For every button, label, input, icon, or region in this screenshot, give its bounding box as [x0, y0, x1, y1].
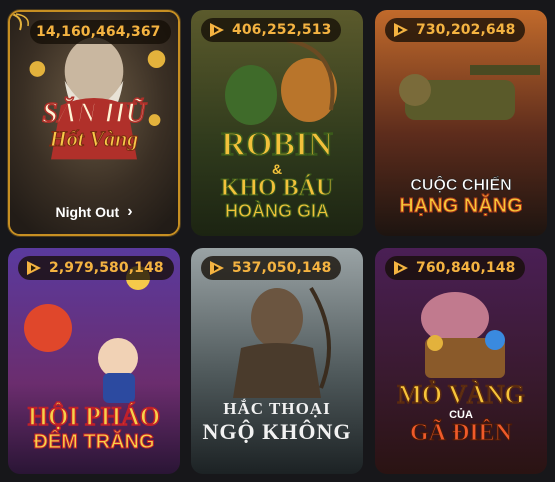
jackpot-value: 537,050,148 [232, 260, 332, 276]
game-title-line2: NGỘ KHÔNG [202, 419, 352, 444]
game-title: HẮC THOẠI NGỘ KHÔNG [191, 400, 363, 443]
jackpot-coin-icon [391, 258, 411, 278]
night-out-link[interactable]: Night Out › [10, 203, 178, 221]
game-card-san-hu-hot-vang[interactable]: 14,160,464,367 SĂN HŨ Hốt Vàng Night Out… [8, 10, 180, 236]
game-title-line1: ROBIN [221, 126, 334, 163]
game-title-line2: GÃ ĐIÊN [409, 420, 512, 446]
game-title: CUỘC CHIẾN HẠNG NẶNG [375, 177, 547, 217]
jackpot-value: 760,840,148 [416, 260, 516, 276]
star-corner-icon [11, 13, 29, 31]
jackpot-coin-icon [207, 258, 227, 278]
game-title-line2: ĐÊM TRĂNG [33, 431, 155, 453]
game-card-hoi-phao-dem-trang[interactable]: 2,979,580,148 HỘI PHÁO ĐÊM TRĂNG [8, 248, 180, 474]
jackpot-badge: 537,050,148 [201, 256, 342, 280]
jackpot-value: 730,202,648 [416, 22, 516, 38]
chevron-right-icon: › [127, 203, 133, 220]
game-title-line1: HẮC THOẠI [223, 399, 331, 418]
game-title-line1: MỎ VÀNG [397, 380, 526, 409]
game-title-line1: CUỘC CHIẾN [410, 177, 512, 194]
jackpot-badge: 730,202,648 [385, 18, 526, 42]
jackpot-coin-icon [24, 258, 44, 278]
jackpot-coin-icon [207, 20, 227, 40]
game-card-robin-kho-bau[interactable]: 406,252,513 ROBIN & KHO BÁU HOÀNG GIA [191, 10, 363, 236]
game-grid: 14,160,464,367 SĂN HŨ Hốt Vàng Night Out… [0, 0, 555, 482]
jackpot-value: 2,979,580,148 [49, 260, 164, 276]
game-title-amp: & [271, 161, 283, 177]
game-card-cuoc-chien-hang-nang[interactable]: 730,202,648 CUỘC CHIẾN HẠNG NẶNG [375, 10, 547, 236]
game-title-line1: SĂN HŨ [42, 98, 147, 129]
jackpot-badge: 2,979,580,148 [18, 256, 174, 280]
game-title: HỘI PHÁO ĐÊM TRĂNG [8, 402, 180, 453]
jackpot-value: 14,160,464,367 [36, 24, 161, 40]
jackpot-value: 406,252,513 [232, 22, 332, 38]
game-title-line3: HOÀNG GIA [224, 201, 329, 221]
jackpot-badge: 760,840,148 [385, 256, 526, 280]
game-card-mo-vang-cua-ga-dien[interactable]: 760,840,148 MỎ VÀNG CỦA GÃ ĐIÊN [375, 248, 547, 474]
jackpot-coin-icon [391, 20, 411, 40]
night-out-label: Night Out [55, 204, 120, 220]
game-title-line2: HẠNG NẶNG [399, 195, 523, 217]
game-title-line2: KHO BÁU [220, 175, 334, 201]
game-card-hac-thoai-ngo-khong[interactable]: 537,050,148 HẮC THOẠI NGỘ KHÔNG [191, 248, 363, 474]
game-title: SĂN HŨ Hốt Vàng [10, 98, 178, 151]
game-title: ROBIN & KHO BÁU HOÀNG GIA [191, 126, 363, 221]
game-title-line2: Hốt Vàng [49, 126, 139, 151]
game-title-line1: HỘI PHÁO [27, 402, 161, 431]
jackpot-badge: 406,252,513 [201, 18, 342, 42]
jackpot-badge: 14,160,464,367 [30, 20, 171, 44]
game-title: MỎ VÀNG CỦA GÃ ĐIÊN [375, 380, 547, 446]
